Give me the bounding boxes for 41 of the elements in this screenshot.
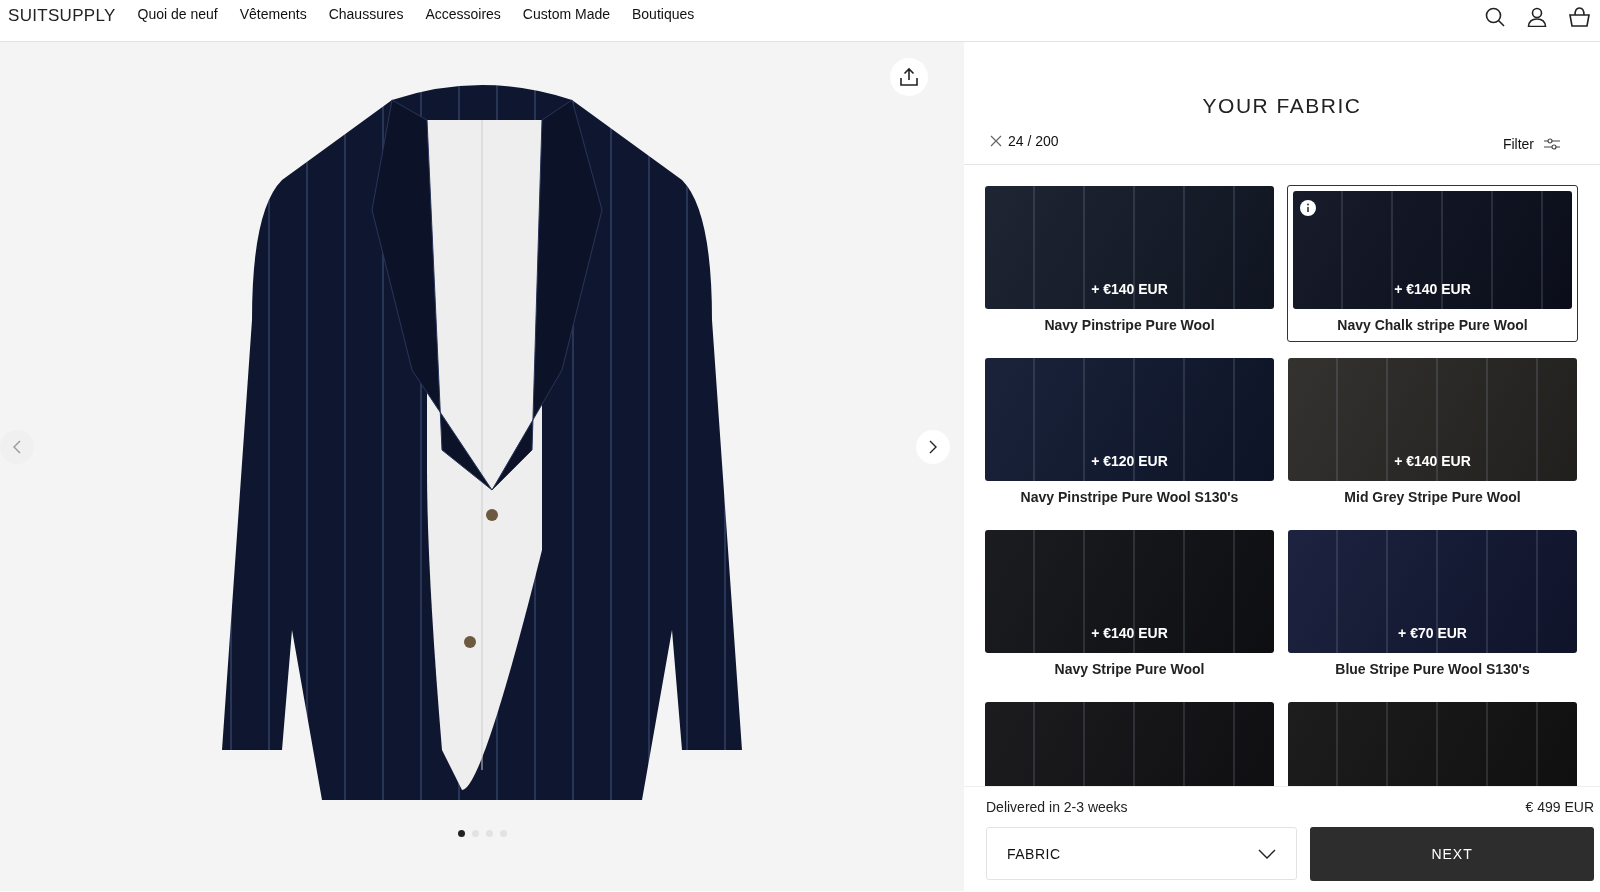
carousel-dot[interactable]: [457, 830, 465, 837]
fabric-card[interactable]: + €140 EUR Navy Chalk stripe Pure Wool: [1287, 185, 1578, 342]
basket-icon[interactable]: [1569, 7, 1590, 27]
next-button[interactable]: NEXT: [1310, 827, 1594, 881]
fabric-price: + €70 EUR: [1398, 625, 1467, 641]
fabric-price: + €140 EUR: [1091, 281, 1168, 297]
share-button[interactable]: [890, 58, 928, 96]
fabric-name: Navy Pinstripe Pure Wool: [1043, 316, 1216, 335]
nav-link[interactable]: Quoi de neuf: [137, 6, 218, 22]
info-icon[interactable]: [1300, 200, 1316, 216]
fabric-name: Blue Stripe Pure Wool S130's: [1334, 660, 1531, 679]
nav-link[interactable]: Accessoires: [425, 6, 501, 22]
share-icon: [899, 67, 919, 87]
fabric-price: + €140 EUR: [1394, 453, 1471, 469]
close-icon: [990, 135, 1002, 147]
result-count: 24 / 200: [1008, 133, 1059, 149]
fabric-price: + €120 EUR: [1091, 453, 1168, 469]
brand-logo[interactable]: SUITSUPPLY: [8, 6, 116, 26]
fabric-name: Mid Grey Stripe Pure Wool: [1343, 488, 1522, 507]
nav-link[interactable]: Custom Made: [522, 6, 610, 22]
sliders-icon: [1544, 138, 1560, 150]
search-icon[interactable]: [1485, 7, 1505, 27]
chevron-down-icon: [1258, 848, 1277, 859]
fabric-name: Navy Pinstripe Pure Wool S130's: [1019, 488, 1240, 507]
fabric-name: Navy Stripe Pure Wool: [1053, 660, 1206, 679]
delivery-text: Delivered in 2-3 weeks: [986, 799, 1128, 815]
chevron-right-icon: [928, 440, 938, 454]
total-price: € 499 EUR: [1525, 799, 1594, 815]
nav-link[interactable]: Vêtements: [239, 6, 307, 22]
filter-button[interactable]: Filter: [1502, 136, 1560, 152]
panel-title: YOUR FABRIC: [1201, 94, 1363, 118]
next-image-button[interactable]: [916, 430, 950, 464]
fabric-price: + €140 EUR: [1394, 281, 1471, 297]
chevron-left-icon: [12, 440, 22, 454]
nav-link[interactable]: Chaussures: [328, 6, 404, 22]
step-dropdown[interactable]: FABRIC: [986, 827, 1298, 880]
clear-button[interactable]: [990, 135, 1002, 147]
nav-link[interactable]: Boutiques: [632, 6, 695, 22]
user-icon[interactable]: [1527, 7, 1547, 27]
fabric-name: Navy Chalk stripe Pure Wool: [1336, 316, 1529, 335]
fabric-price: + €140 EUR: [1091, 625, 1168, 641]
